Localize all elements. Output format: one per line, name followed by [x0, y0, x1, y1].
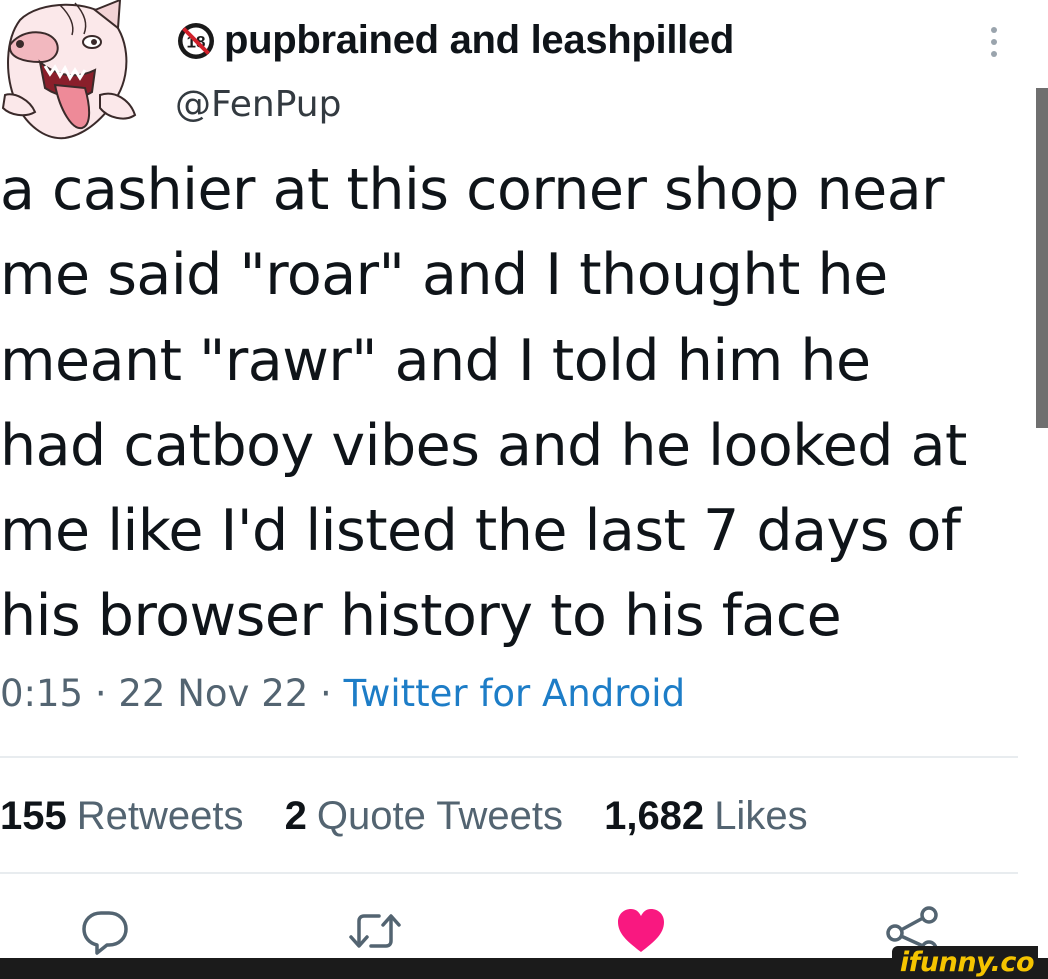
- retweets-stat[interactable]: 155 Retweets: [0, 794, 244, 838]
- retweet-icon: [349, 914, 401, 948]
- like-button[interactable]: [606, 900, 676, 962]
- retweets-count: 155: [0, 794, 67, 838]
- quote-tweets-label: Quote Tweets: [316, 794, 563, 838]
- avatar[interactable]: [0, 0, 150, 145]
- quote-tweets-stat[interactable]: 2 Quote Tweets: [285, 794, 563, 838]
- divider: [0, 756, 1018, 758]
- likes-count: 1,682: [604, 794, 705, 838]
- avatar-image: [0, 0, 150, 145]
- tweet-source-link[interactable]: Twitter for Android: [344, 672, 685, 715]
- likes-label: Likes: [714, 794, 808, 838]
- tweet-date[interactable]: 22 Nov 22: [118, 672, 308, 715]
- bottom-bar: [0, 958, 1048, 979]
- scrollbar[interactable]: [1036, 88, 1048, 428]
- tweet-metadata: 0:15 · 22 Nov 22 · Twitter for Android: [0, 666, 685, 722]
- quote-tweets-count: 2: [284, 794, 307, 838]
- heart-icon: [618, 909, 664, 952]
- retweet-button[interactable]: [340, 900, 410, 962]
- age-restriction-badge: 18: [177, 22, 215, 60]
- tweet-stats: 155 Retweets 2 Quote Tweets 1,682 Likes: [0, 786, 838, 846]
- author-display-name[interactable]: pupbrained and leashpilled: [224, 14, 734, 66]
- tweet-actions: [0, 900, 1048, 962]
- meta-separator: ·: [83, 672, 119, 715]
- reply-icon: [82, 911, 128, 955]
- meta-separator: ·: [308, 672, 344, 715]
- tweet-text: a cashier at this corner shop near me sa…: [0, 157, 967, 650]
- divider: [0, 872, 1018, 874]
- author-handle[interactable]: @FenPup: [175, 80, 341, 130]
- more-options-icon[interactable]: [984, 22, 1004, 62]
- tweet-time[interactable]: 0:15: [0, 672, 83, 715]
- reply-button[interactable]: [70, 900, 140, 962]
- retweets-label: Retweets: [76, 794, 244, 838]
- likes-stat[interactable]: 1,682 Likes: [604, 794, 808, 838]
- watermark-logo: ifunny.co: [891, 946, 1038, 979]
